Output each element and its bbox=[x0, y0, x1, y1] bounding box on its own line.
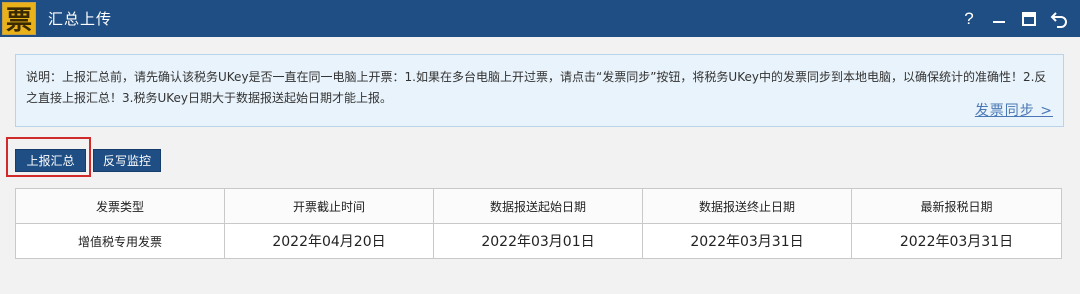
maximize-icon bbox=[1022, 11, 1036, 26]
table-row[interactable]: 增值税专用发票 2022年04月20日 2022年03月01日 2022年03月… bbox=[15, 223, 1062, 259]
invoice-type-cell: 增值税专用发票 bbox=[15, 223, 225, 259]
column-header: 最新报税日期 bbox=[851, 188, 1062, 224]
report-summary-button[interactable]: 上报汇总 bbox=[15, 149, 86, 172]
minimize-icon bbox=[993, 20, 1005, 23]
notice-panel: 说明：上报汇总前，请先确认该税务UKey是否一直在同一电脑上开票：1.如果在多台… bbox=[15, 54, 1064, 127]
reverse-monitor-button[interactable]: 反写监控 bbox=[93, 149, 161, 172]
back-button[interactable] bbox=[1044, 4, 1074, 34]
latest-tax-date-cell: 2022年03月31日 bbox=[851, 223, 1062, 259]
report-start-date-cell: 2022年03月01日 bbox=[433, 223, 643, 259]
help-button[interactable]: ? bbox=[954, 4, 984, 34]
window-controls: ? bbox=[954, 0, 1074, 37]
title-bar: 票 汇总上传 ? bbox=[0, 0, 1080, 37]
invoice-sync-link[interactable]: 发票同步 > bbox=[975, 100, 1053, 120]
column-header: 数据报送终止日期 bbox=[642, 188, 852, 224]
help-icon: ? bbox=[964, 8, 974, 28]
window-title: 汇总上传 bbox=[48, 10, 113, 28]
report-end-date-cell: 2022年03月31日 bbox=[642, 223, 852, 259]
back-icon bbox=[1050, 11, 1067, 28]
table-header-row: 发票类型 开票截止时间 数据报送起始日期 数据报送终止日期 最新报税日期 bbox=[15, 188, 1062, 224]
column-header: 发票类型 bbox=[15, 188, 225, 224]
column-header: 开票截止时间 bbox=[224, 188, 434, 224]
summary-table: 发票类型 开票截止时间 数据报送起始日期 数据报送终止日期 最新报税日期 增值税… bbox=[15, 188, 1062, 259]
issue-deadline-cell: 2022年04月20日 bbox=[224, 223, 434, 259]
minimize-button[interactable] bbox=[984, 4, 1014, 34]
notice-text: 说明：上报汇总前，请先确认该税务UKey是否一直在同一电脑上开票：1.如果在多台… bbox=[26, 70, 1047, 105]
app-logo: 票 bbox=[2, 2, 36, 36]
column-header: 数据报送起始日期 bbox=[433, 188, 643, 224]
maximize-button[interactable] bbox=[1014, 4, 1044, 34]
